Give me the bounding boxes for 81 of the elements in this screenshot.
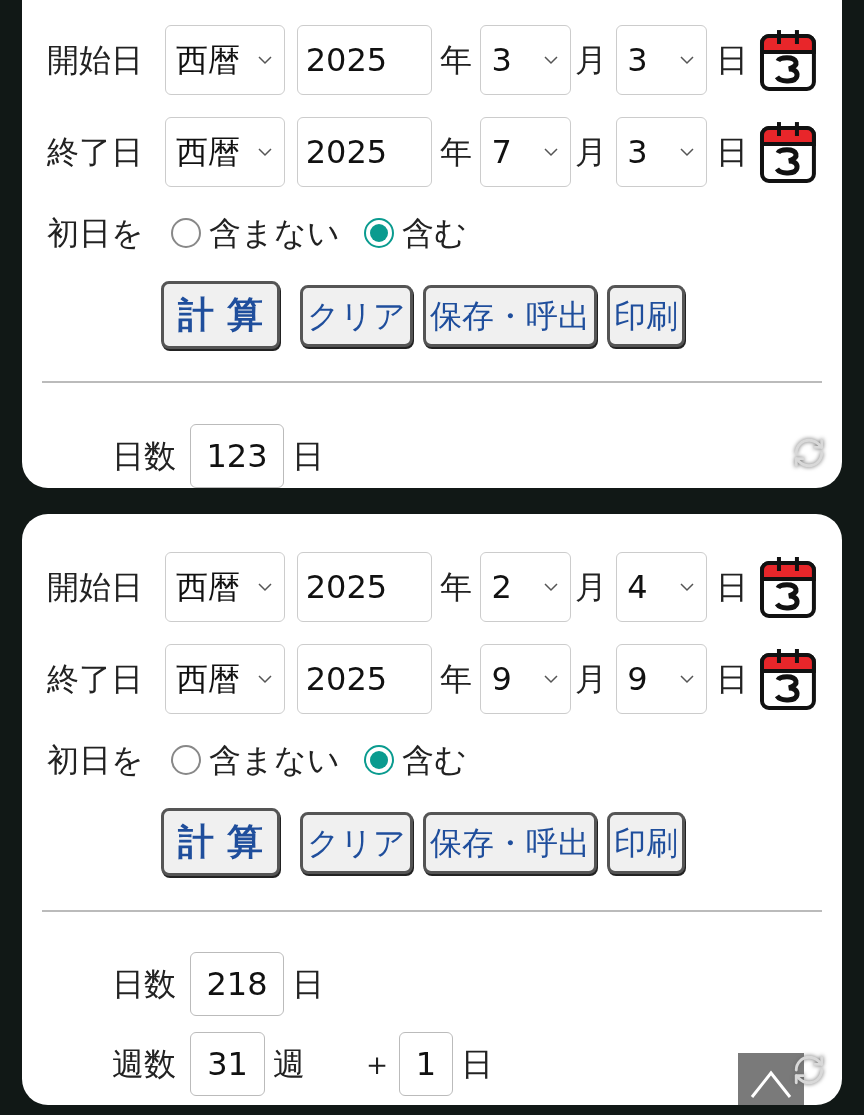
start-date-label: 開始日 [47, 567, 144, 608]
action-button[interactable]: 印刷 [606, 285, 685, 347]
radio-button[interactable] [364, 745, 394, 775]
chevron-down-icon [544, 147, 559, 157]
month-unit-label: 月 [575, 132, 609, 173]
day-select[interactable]: 4 [616, 552, 708, 622]
month-unit-label: 月 [575, 40, 609, 81]
action-button[interactable]: 保存・呼出 [422, 285, 597, 347]
year-unit-label: 年 [440, 132, 474, 173]
chevron-down-icon [680, 147, 695, 157]
end-date-label: 終了日 [47, 132, 144, 173]
calendar-icon[interactable] [759, 28, 817, 92]
days-label: 日数 [112, 436, 177, 477]
action-button[interactable]: 保存・呼出 [422, 812, 597, 874]
first-day-label: 初日を [47, 740, 145, 781]
radio-button[interactable] [171, 218, 201, 248]
scroll-to-top-button[interactable] [738, 1053, 804, 1105]
weeks-label: 週数 [112, 1044, 177, 1085]
first-day-label: 初日を [47, 213, 145, 254]
chevron-down-icon [680, 582, 695, 592]
days-unit-label: 日 [292, 964, 324, 1005]
chevron-down-icon [544, 674, 559, 684]
refresh-icon[interactable] [792, 1053, 826, 1087]
day-select[interactable]: 3 [616, 117, 708, 187]
chevron-down-icon [544, 582, 559, 592]
month-select[interactable]: 9 [480, 644, 572, 714]
year-unit-label: 年 [440, 659, 474, 700]
day-unit-label: 日 [716, 659, 750, 700]
radio-label: 含む [402, 213, 467, 254]
era-select[interactable]: 西暦 [164, 117, 285, 187]
month-unit-label: 月 [575, 567, 609, 608]
action-button[interactable]: クリア [299, 285, 413, 347]
action-button[interactable]: クリア [299, 812, 413, 874]
weeks-unit-label: 週 [273, 1044, 306, 1085]
chevron-down-icon [257, 582, 272, 592]
radio-label: 含まない [209, 740, 340, 781]
end-date-label: 終了日 [47, 659, 144, 700]
chevron-down-icon [257, 55, 272, 65]
days-field[interactable]: 218 [190, 952, 284, 1016]
action-button[interactable]: 印刷 [606, 812, 685, 874]
calendar-icon[interactable] [759, 120, 817, 184]
chevron-down-icon [257, 674, 272, 684]
days-unit-label: 日 [292, 436, 324, 477]
chevron-down-icon [680, 55, 695, 65]
chevron-down-icon [680, 674, 695, 684]
radio-button[interactable] [171, 745, 201, 775]
days-field[interactable]: 123 [190, 424, 284, 488]
month-select[interactable]: 2 [480, 552, 572, 622]
month-unit-label: 月 [575, 659, 609, 700]
day-select[interactable]: 3 [616, 25, 708, 95]
day-unit-label: 日 [716, 567, 750, 608]
day-unit-label: 日 [716, 40, 750, 81]
chevron-down-icon [257, 147, 272, 157]
plus-sign: ＋ [361, 1044, 391, 1085]
radio-label: 含む [402, 740, 467, 781]
year-field[interactable]: 2025 [296, 644, 433, 714]
radio-button[interactable] [364, 218, 394, 248]
calculate-button[interactable]: 計 算 [161, 281, 280, 349]
calculate-button[interactable]: 計 算 [161, 808, 280, 876]
year-unit-label: 年 [440, 567, 474, 608]
month-select[interactable]: 3 [480, 25, 572, 95]
year-unit-label: 年 [440, 40, 474, 81]
extra-days-unit-label: 日 [461, 1044, 493, 1085]
year-field[interactable]: 2025 [296, 552, 433, 622]
era-select[interactable]: 西暦 [164, 644, 285, 714]
radio-label: 含まない [209, 213, 340, 254]
era-select[interactable]: 西暦 [164, 25, 285, 95]
chevron-up-icon [749, 1069, 793, 1099]
extra-days-field[interactable]: 1 [399, 1032, 453, 1096]
day-unit-label: 日 [716, 132, 750, 173]
month-select[interactable]: 7 [480, 117, 572, 187]
calendar-icon[interactable] [759, 647, 817, 711]
days-label: 日数 [112, 964, 177, 1005]
year-field[interactable]: 2025 [296, 117, 433, 187]
start-date-label: 開始日 [47, 40, 144, 81]
chevron-down-icon [544, 55, 559, 65]
era-select[interactable]: 西暦 [164, 552, 285, 622]
year-field[interactable]: 2025 [296, 25, 433, 95]
day-select[interactable]: 9 [616, 644, 708, 714]
calendar-icon[interactable] [759, 555, 817, 619]
weeks-field[interactable]: 31 [190, 1032, 265, 1096]
